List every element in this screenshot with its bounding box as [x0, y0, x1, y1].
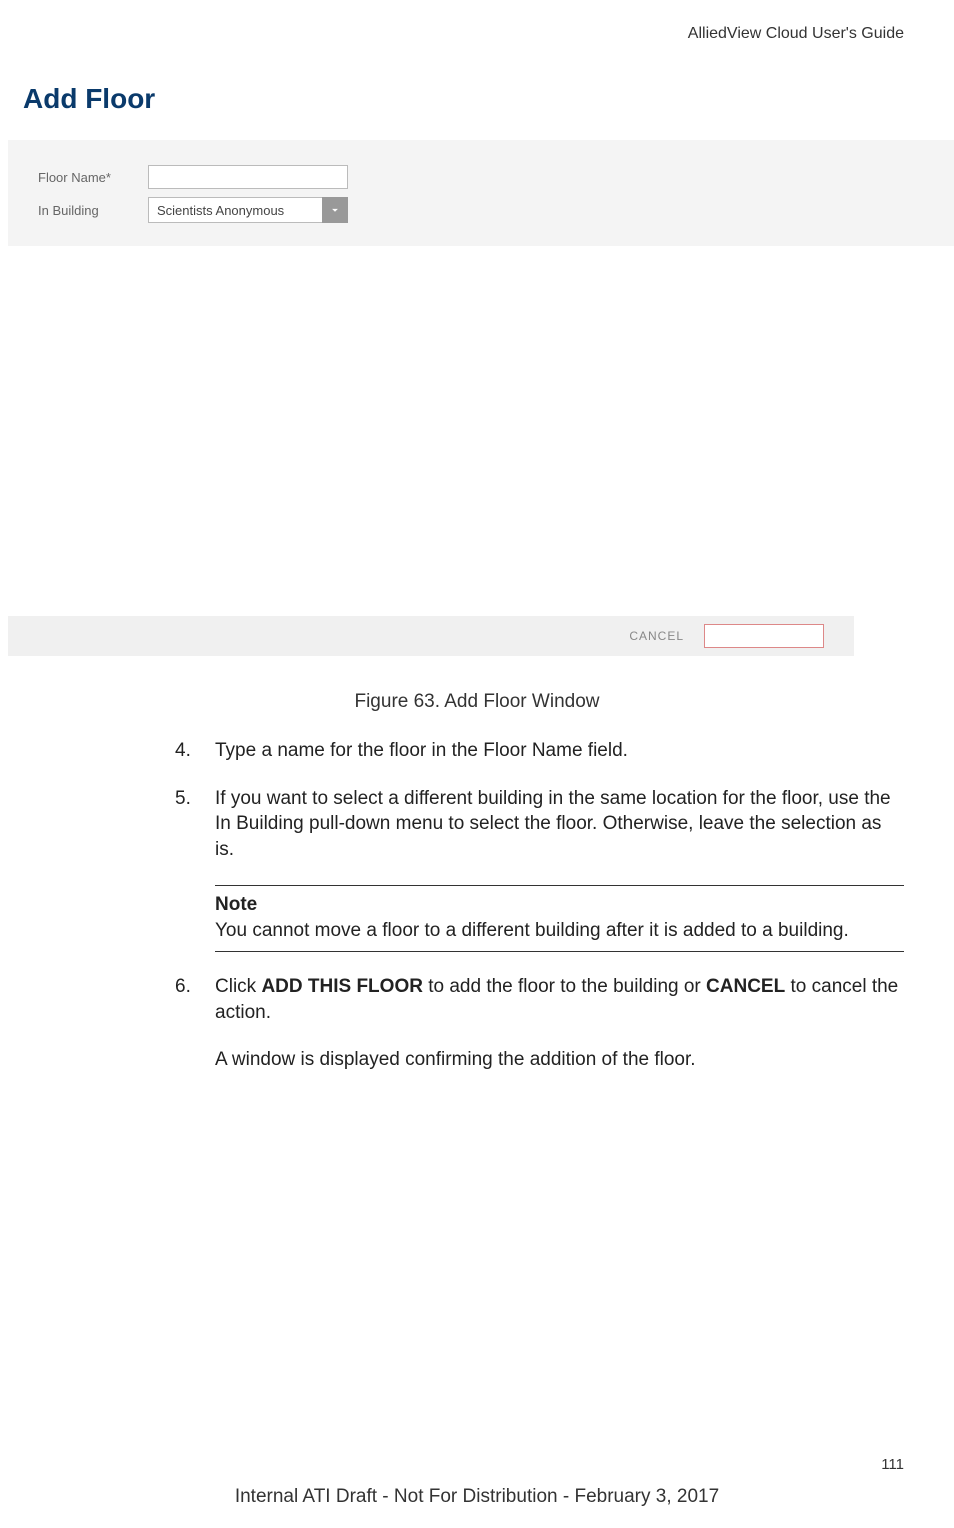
- document-header: AlliedView Cloud User's Guide: [0, 0, 954, 53]
- floor-name-input[interactable]: [148, 165, 348, 189]
- in-building-value: Scientists Anonymous: [148, 197, 322, 223]
- followup-paragraph: A window is displayed confirming the add…: [215, 1047, 904, 1073]
- instruction-content: 4. Type a name for the floor in the Floo…: [175, 738, 904, 1073]
- text-part: to add the floor to the building or: [423, 976, 706, 997]
- step-5: 5. If you want to select a different bui…: [175, 786, 904, 863]
- step-4: 4. Type a name for the floor in the Floo…: [175, 738, 904, 764]
- in-building-select[interactable]: Scientists Anonymous: [148, 197, 348, 223]
- step-number: 4.: [175, 738, 215, 764]
- page-number: 111: [881, 1456, 904, 1473]
- in-building-row: In Building Scientists Anonymous: [38, 197, 924, 223]
- note-title: Note: [215, 894, 904, 916]
- dialog-footer: CANCEL: [8, 616, 854, 656]
- note-text: You cannot move a floor to a different b…: [215, 918, 904, 944]
- step-number: 6.: [175, 974, 215, 1025]
- bold-text: CANCEL: [706, 976, 785, 997]
- cancel-button[interactable]: CANCEL: [629, 629, 684, 643]
- add-floor-screenshot: Add Floor Floor Name* In Building Scient…: [8, 73, 954, 656]
- floor-name-label: Floor Name*: [38, 170, 148, 185]
- step-6: 6. Click ADD THIS FLOOR to add the floor…: [175, 974, 904, 1025]
- blank-area: [8, 246, 954, 616]
- chevron-down-icon[interactable]: [322, 197, 348, 223]
- form-area: Floor Name* In Building Scientists Anony…: [8, 140, 954, 246]
- step-text: Click ADD THIS FLOOR to add the floor to…: [215, 974, 904, 1025]
- add-this-floor-button[interactable]: [704, 624, 824, 648]
- text-part: Click: [215, 976, 261, 997]
- bold-text: ADD THIS FLOOR: [261, 976, 423, 997]
- note-block: Note You cannot move a floor to a differ…: [215, 885, 904, 953]
- step-text: Type a name for the floor in the Floor N…: [215, 738, 904, 764]
- floor-name-row: Floor Name*: [38, 165, 924, 189]
- footer-text: Internal ATI Draft - Not For Distributio…: [0, 1486, 954, 1508]
- window-title: Add Floor: [8, 73, 954, 135]
- step-text: If you want to select a different buildi…: [215, 786, 904, 863]
- step-number: 5.: [175, 786, 215, 863]
- in-building-label: In Building: [38, 203, 148, 218]
- figure-caption: Figure 63. Add Floor Window: [0, 691, 954, 713]
